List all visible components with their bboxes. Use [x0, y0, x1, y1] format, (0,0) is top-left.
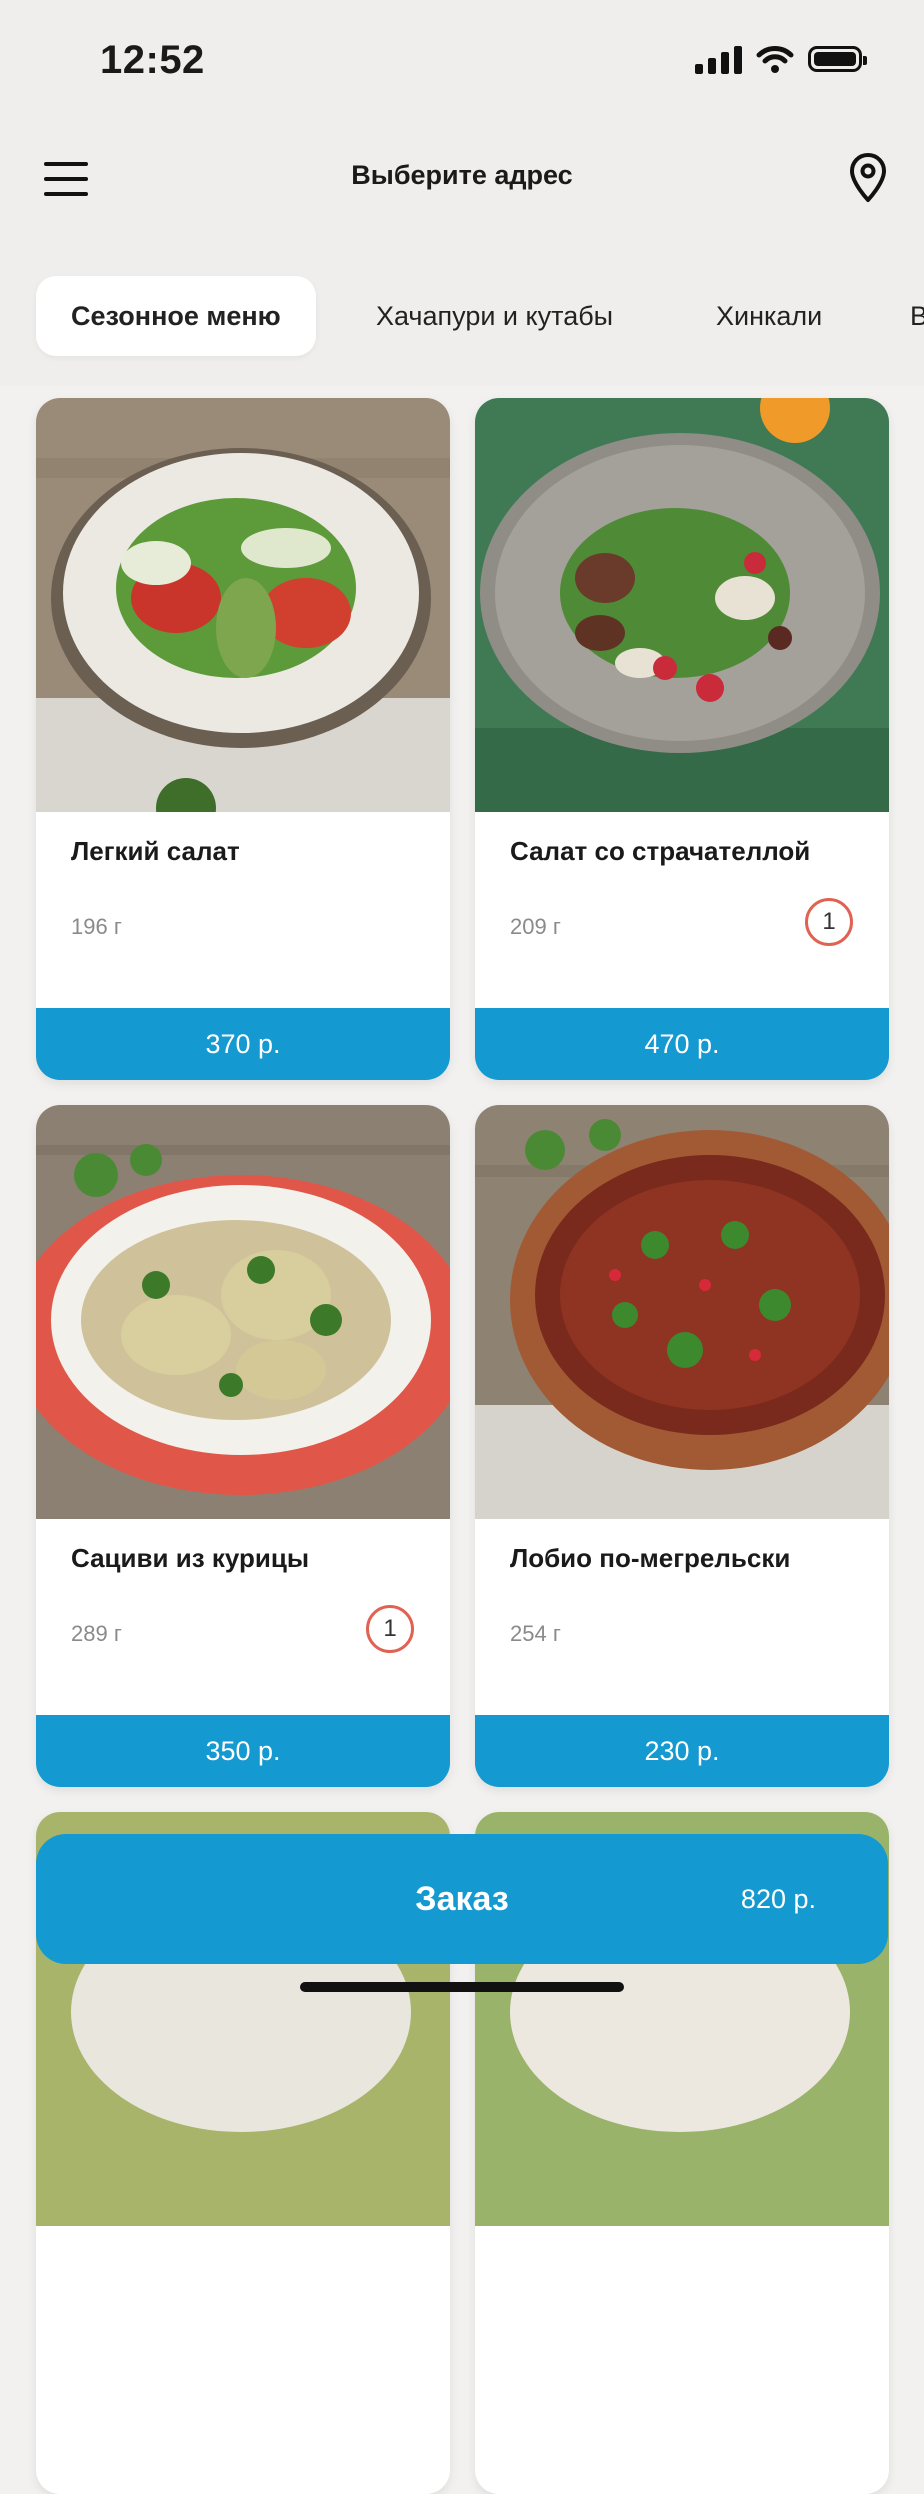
product-photo — [36, 1105, 450, 1519]
status-icons — [695, 44, 867, 74]
product-card[interactable]: Легкий салат 196 г 370 р. — [36, 398, 450, 1080]
order-button[interactable]: Заказ 820 р. — [36, 1834, 888, 1964]
map-pin-icon[interactable] — [848, 152, 888, 204]
product-card[interactable]: Салат со страчателлой 209 г 1 470 р. — [475, 398, 889, 1080]
home-indicator — [300, 1982, 624, 1992]
product-card[interactable]: Лобио по-мегрельски 254 г 230 р. — [475, 1105, 889, 1787]
battery-icon — [808, 46, 867, 72]
price-button[interactable]: 470 р. — [475, 1008, 889, 1080]
price-button[interactable]: 370 р. — [36, 1008, 450, 1080]
product-weight: 196 г — [71, 914, 122, 939]
status-bar: 12:52 — [0, 0, 924, 120]
category-tabs: Сезонное меню Хачапури и кутабы Хинкали … — [0, 238, 924, 386]
order-total: 820 р. — [740, 1884, 816, 1914]
tab-next-partial[interactable]: В — [910, 276, 924, 356]
product-photo — [475, 1105, 889, 1519]
status-time: 12:52 — [100, 38, 205, 82]
product-photo — [36, 398, 450, 812]
product-card[interactable]: Сациви из курицы 289 г 1 350 р. — [36, 1105, 450, 1787]
product-name: Лобио по-мегрельски — [510, 1543, 791, 1573]
quantity-badge: 1 — [805, 898, 853, 946]
product-weight: 254 г — [510, 1621, 561, 1646]
app-header: Выберите адрес — [0, 120, 924, 238]
product-name: Легкий салат — [71, 836, 240, 866]
cellular-signal-icon — [695, 44, 742, 74]
product-weight: 289 г — [71, 1621, 122, 1646]
quantity-badge: 1 — [366, 1605, 414, 1653]
wifi-icon — [756, 46, 794, 73]
tab-khachapuri[interactable]: Хачапури и кутабы — [376, 276, 613, 356]
address-selector[interactable]: Выберите адрес — [0, 160, 924, 191]
product-photo — [475, 398, 889, 812]
price-button[interactable]: 230 р. — [475, 1715, 889, 1787]
tab-khinkali[interactable]: Хинкали — [716, 276, 822, 356]
product-name: Сациви из курицы — [71, 1543, 310, 1573]
product-weight: 209 г — [510, 914, 561, 939]
product-name: Салат со страчателлой — [510, 836, 811, 866]
tab-seasonal-menu[interactable]: Сезонное меню — [36, 276, 316, 356]
price-button[interactable]: 350 р. — [36, 1715, 450, 1787]
